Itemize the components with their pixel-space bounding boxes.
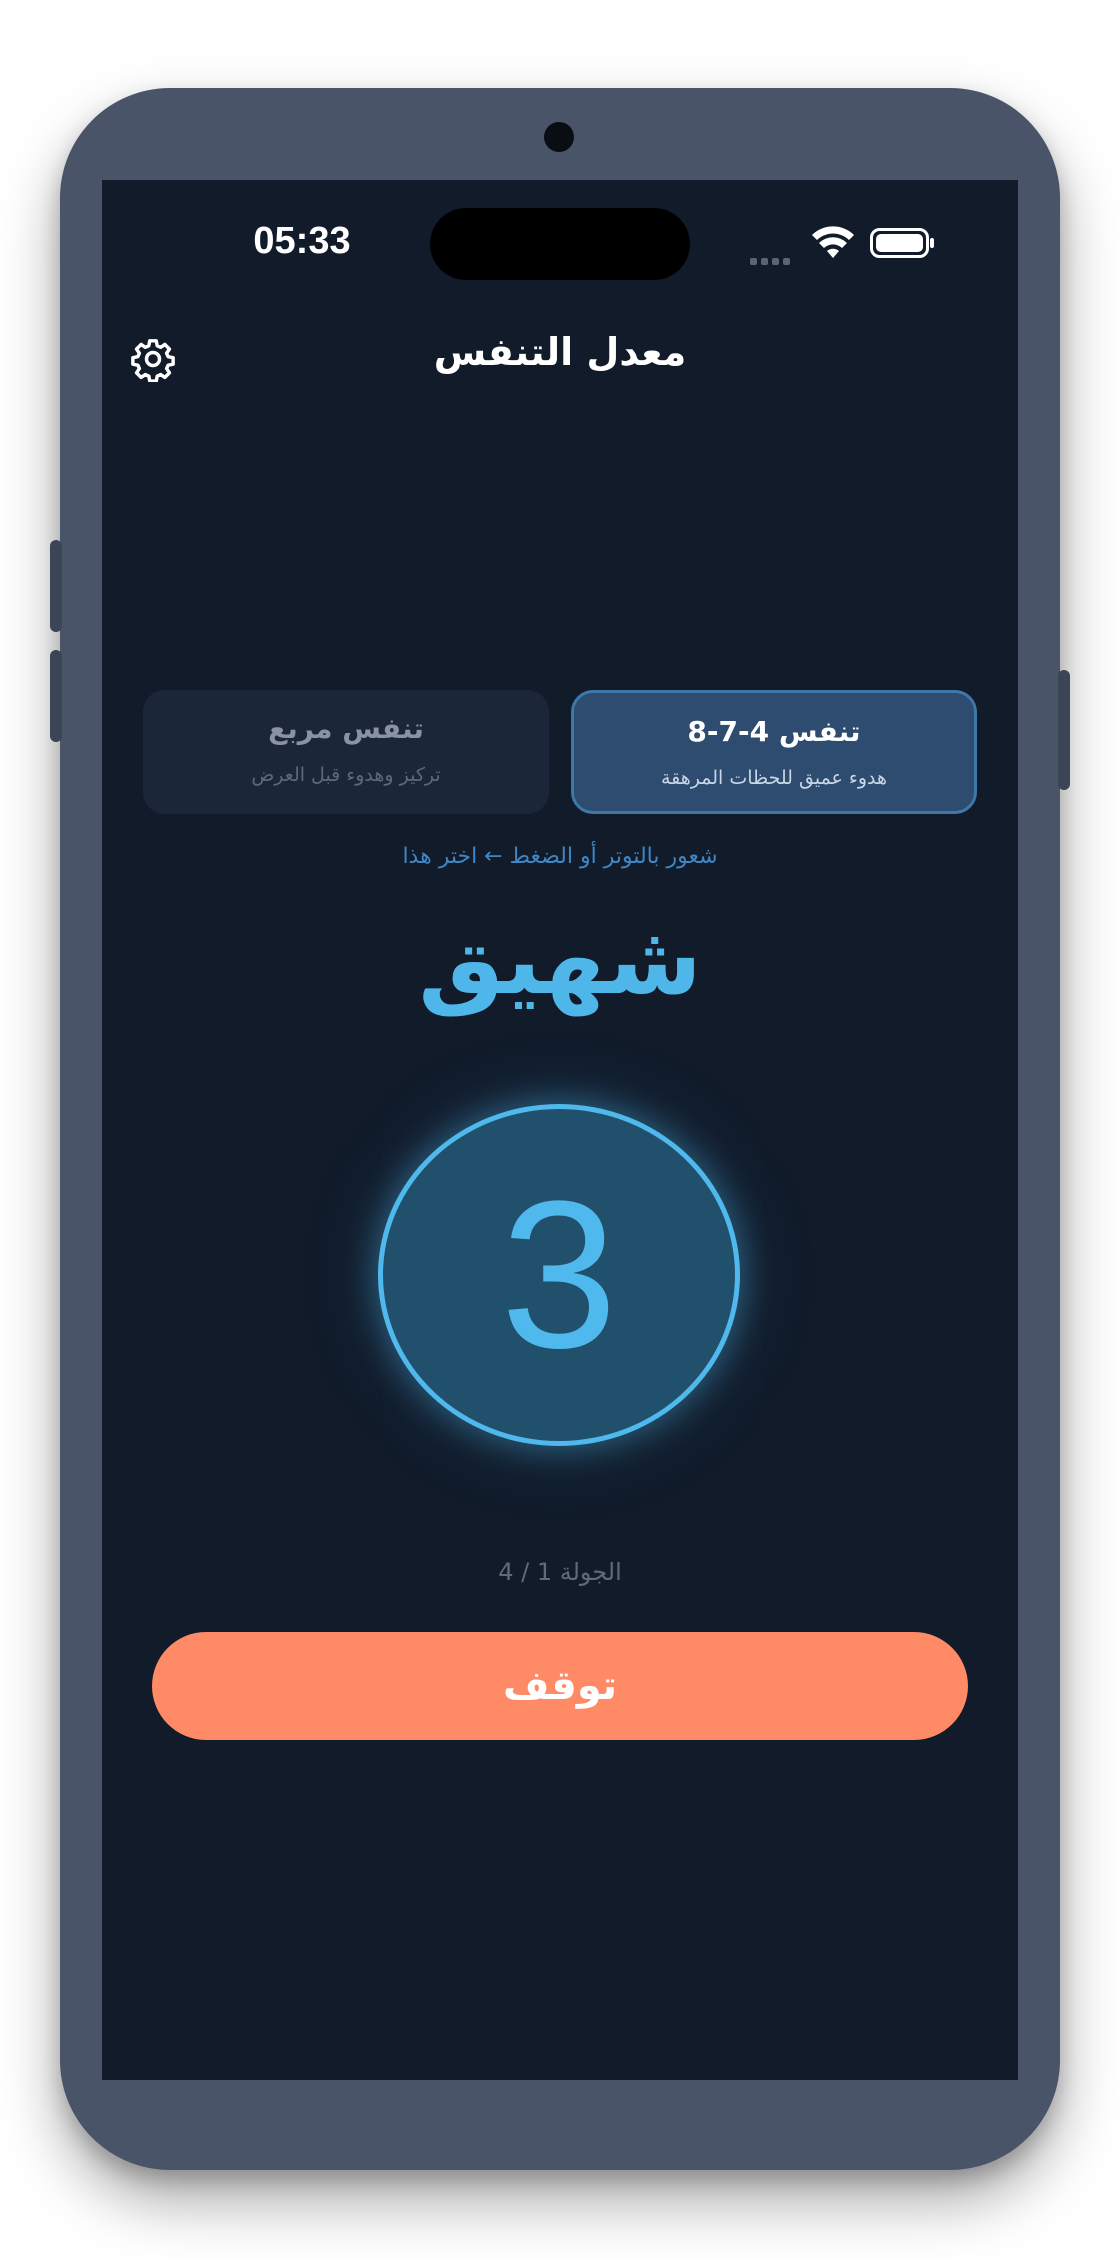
technique-subtitle: تركيز وهدوء قبل العرض [251, 764, 441, 786]
dynamic-island [430, 208, 690, 280]
wifi-icon [812, 226, 854, 258]
technique-card-478[interactable]: تنفس 4-7-8 هدوء عميق للحظات المرهقة [571, 690, 977, 814]
volume-up-button [50, 540, 62, 632]
volume-down-button [50, 650, 62, 742]
stop-button[interactable]: توقف [152, 1632, 968, 1740]
round-counter: الجولة 1 / 4 [498, 1558, 622, 1586]
technique-title: تنفس مربع [268, 712, 424, 745]
power-button [1058, 670, 1070, 790]
breathing-phase-label: شهيق [418, 904, 702, 1016]
breathing-circle: 3 [378, 1104, 740, 1446]
technique-title: تنفس 4-7-8 [687, 715, 861, 748]
gear-icon[interactable] [130, 336, 176, 382]
app-screen: 05:33 معدل التنفس تنفس 4-7-8 هدوء عميق ل… [102, 180, 1018, 2080]
technique-card-box[interactable]: تنفس مربع تركيز وهدوء قبل العرض [143, 690, 549, 814]
status-time: 05:33 [253, 220, 351, 262]
cellular-signal-icon [750, 250, 798, 265]
countdown-number: 3 [500, 1157, 618, 1392]
technique-subtitle: هدوء عميق للحظات المرهقة [660, 767, 888, 789]
battery-icon [870, 228, 934, 258]
technique-hint: شعور بالتوتر أو الضغط ← اختر هذا [402, 844, 718, 869]
page-title: معدل التنفس [433, 330, 687, 374]
camera-icon [544, 122, 574, 152]
